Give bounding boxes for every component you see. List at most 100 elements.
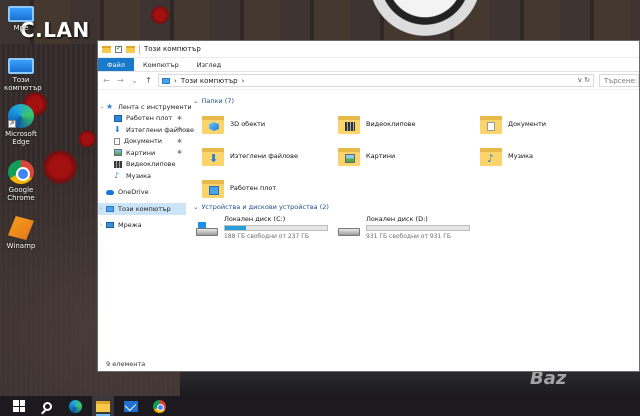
folder-picture-icon: [338, 146, 360, 166]
folder-downloads[interactable]: ⬇ Изтеглени файлове: [202, 143, 342, 169]
folder-label: Работен плот: [230, 184, 277, 192]
chevron-right-icon[interactable]: ›: [100, 222, 102, 228]
tab-computer[interactable]: Компютър: [134, 58, 188, 71]
wallpaper-planks: [0, 0, 640, 44]
start-button[interactable]: [8, 396, 30, 416]
document-icon: [114, 137, 120, 145]
pc-icon: [8, 6, 34, 22]
chevron-right-icon[interactable]: ›: [100, 206, 102, 212]
nav-item-downloads[interactable]: ⬇ Изтеглени файлове ✱: [98, 124, 194, 136]
desktop-icon: [114, 114, 122, 122]
drive-c[interactable]: Локален диск (C:) 188 ГБ свободни от 237…: [196, 215, 328, 245]
search-icon: [42, 401, 52, 411]
desktop-icon-chrome[interactable]: Google Chrome: [4, 160, 38, 202]
mail-icon: [124, 400, 138, 412]
nav-item-network[interactable]: › Мрежа: [98, 220, 186, 232]
folder-videos[interactable]: Видеоклипове: [338, 111, 478, 137]
desktop-icon-label: Този компютър: [4, 76, 42, 92]
folder-label: Видеоклипове: [366, 120, 416, 128]
wallpaper-splat: [78, 130, 96, 148]
tab-file[interactable]: Файл: [98, 58, 134, 71]
taskbar: [0, 396, 640, 416]
chrome-button[interactable]: [148, 396, 170, 416]
nav-item-label: Лента с инструменти: [118, 102, 192, 111]
drive-usage-bar: [224, 225, 328, 231]
nav-item-music[interactable]: ♪ Музика: [98, 170, 186, 182]
pin-icon[interactable]: ✱: [177, 149, 182, 156]
nav-item-label: Този компютър: [118, 204, 171, 213]
folder-label: Музика: [508, 152, 534, 160]
folder-3d-icon: [202, 114, 224, 134]
content-pane[interactable]: ⌄ Папки (7) 3D обекти Видеоклипове Докум…: [186, 91, 639, 357]
folder-icon: [102, 45, 111, 53]
wallpaper-steel: [180, 372, 640, 396]
nav-item-onedrive[interactable]: OneDrive: [98, 187, 186, 199]
file-explorer-window[interactable]: Този компютър Файл Компютър Изглед ← → ⌄…: [97, 40, 640, 372]
desktop-icon-this-pc[interactable]: Този компютър: [4, 54, 42, 92]
cloud-icon: [106, 189, 114, 195]
system-drive-icon: [196, 222, 218, 238]
address-bar[interactable]: › Този компютър › v ↻: [158, 74, 594, 87]
title-separator: [139, 44, 140, 54]
nav-item-videos[interactable]: Видеоклипове: [98, 159, 186, 171]
drives-group-header[interactable]: ⌄ Устройства и дискови устройства (2): [193, 203, 329, 211]
address-chevron[interactable]: ›: [242, 77, 245, 85]
nav-item-label: OneDrive: [118, 188, 149, 197]
folder-pictures[interactable]: Картини: [338, 143, 478, 169]
folder-desktop[interactable]: Работен плот: [202, 175, 342, 201]
edge-icon: [68, 399, 82, 413]
nav-item-label: Картини: [126, 148, 156, 157]
mail-button[interactable]: [120, 396, 142, 416]
nav-quick-access[interactable]: ⌄ ★ Лента с инструменти: [98, 101, 192, 113]
pin-icon[interactable]: ✱: [177, 115, 182, 122]
desktop-icon-winamp[interactable]: Winamp: [4, 216, 38, 250]
window-title: Този компютър: [144, 45, 201, 53]
desktop-icon-network[interactable]: Мре: [4, 2, 38, 32]
nav-item-documents[interactable]: Документи ✱: [98, 136, 186, 148]
pin-icon[interactable]: ✱: [177, 126, 182, 133]
chevron-down-icon[interactable]: ⌄: [193, 203, 198, 211]
back-button[interactable]: ←: [102, 76, 111, 85]
nav-item-this-pc[interactable]: › Този компютър: [98, 203, 186, 215]
computer-icon: [162, 77, 170, 84]
up-button[interactable]: ↑: [144, 76, 153, 85]
chevron-down-icon[interactable]: ⌄: [193, 97, 198, 105]
refresh-button[interactable]: v ↻: [578, 76, 590, 84]
edge-icon: ↗: [8, 104, 34, 128]
folder-icon: [96, 400, 110, 412]
drive-free-space: 188 ГБ свободни от 237 ГБ: [224, 233, 310, 240]
picture-icon: [114, 149, 122, 157]
recent-locations-button[interactable]: ⌄: [130, 76, 139, 85]
nav-item-pictures[interactable]: Картини ✱: [98, 147, 186, 159]
folders-group-header[interactable]: ⌄ Папки (7): [193, 97, 234, 105]
folder-label: Документи: [508, 120, 546, 128]
drive-label: Локален диск (D:): [366, 215, 428, 223]
group-header-label: Устройства и дискови устройства (2): [201, 203, 329, 211]
pin-icon[interactable]: ✱: [177, 138, 182, 145]
title-bar[interactable]: Този компютър: [98, 41, 639, 58]
address-path[interactable]: Този компютър: [181, 77, 238, 85]
desktop-icon-edge[interactable]: ↗ Microsoft Edge: [4, 104, 38, 146]
folder-music-icon: ♪: [480, 146, 502, 166]
nav-item-desktop[interactable]: Работен плот ✱: [98, 113, 186, 125]
file-explorer-button[interactable]: [92, 396, 114, 416]
drive-d[interactable]: Локален диск (D:) 931 ГБ свободни от 931…: [338, 215, 470, 245]
tab-view[interactable]: Изглед: [188, 58, 230, 71]
chrome-icon: [8, 160, 34, 184]
new-folder-icon[interactable]: [126, 45, 135, 53]
forward-button[interactable]: →: [116, 76, 125, 85]
download-icon: ⬇: [114, 125, 121, 135]
folder-documents[interactable]: Документи: [480, 111, 620, 137]
folder-music[interactable]: ♪ Музика: [480, 143, 620, 169]
drive-free-space: 931 ГБ свободни от 931 ГБ: [366, 233, 452, 240]
folder-3d-objects[interactable]: 3D обекти: [202, 111, 342, 137]
nav-item-label: Видеоклипове: [126, 160, 176, 169]
chevron-down-icon[interactable]: ⌄: [100, 104, 104, 110]
search-input[interactable]: Търсене: Този ...: [599, 74, 639, 87]
address-chevron[interactable]: ›: [174, 77, 177, 85]
wallpaper-splat: [150, 6, 170, 24]
properties-icon[interactable]: [115, 44, 122, 53]
search-button[interactable]: [36, 396, 58, 416]
edge-button[interactable]: [64, 396, 86, 416]
navigation-pane[interactable]: ⌄ ★ Лента с инструменти Работен плот ✱ ⬇…: [98, 91, 194, 357]
